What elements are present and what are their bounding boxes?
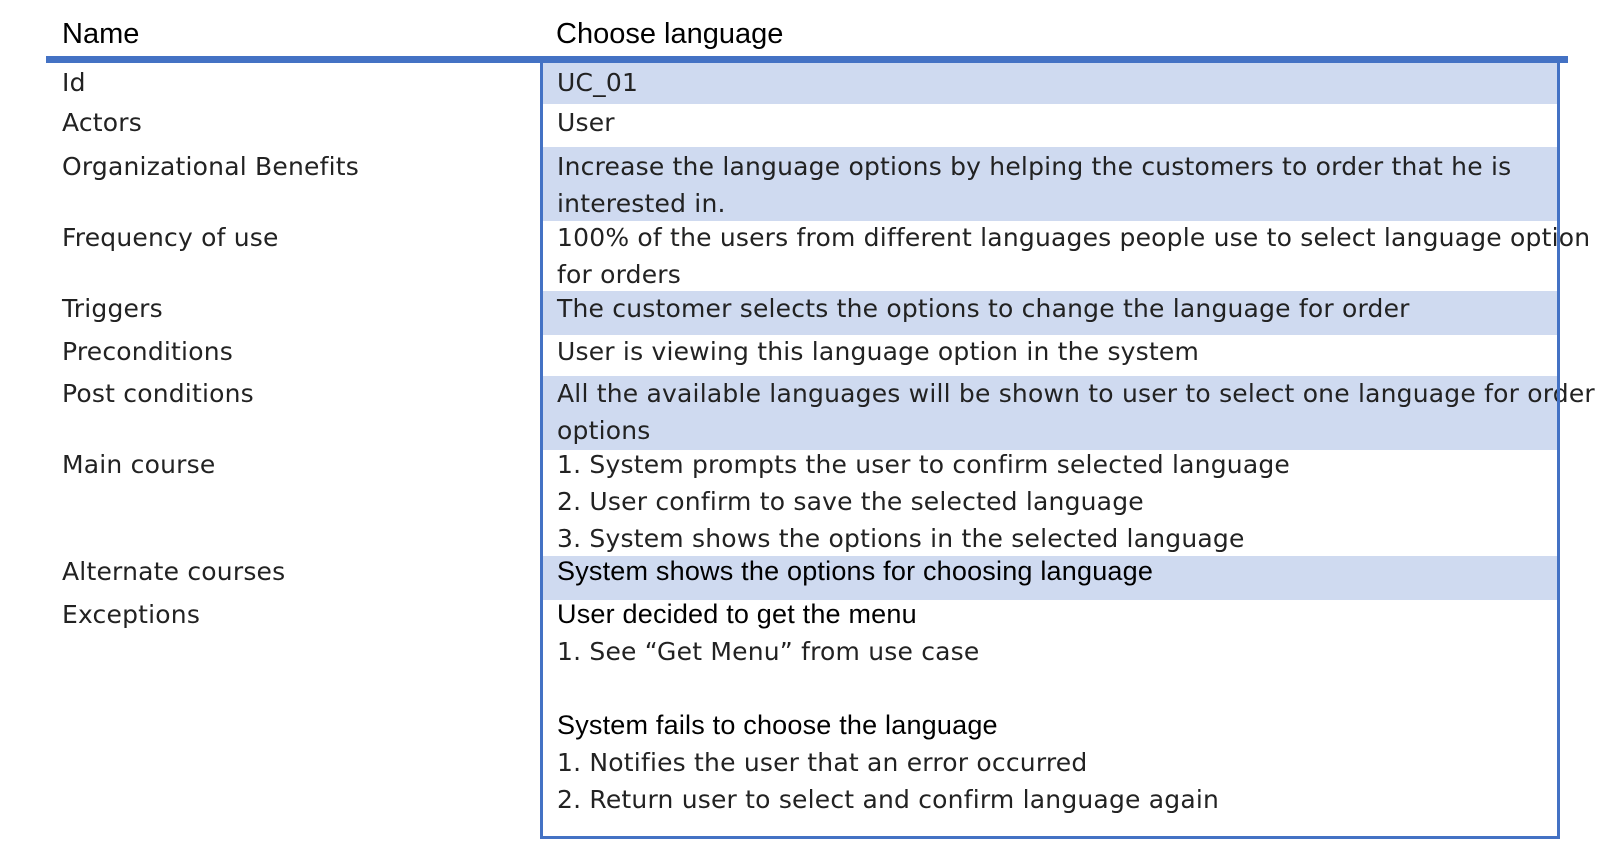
row-label-actors: Actors (62, 108, 143, 137)
row-label-post-conditions: Post conditions (62, 379, 254, 408)
row-label-alternate-courses: Alternate courses (62, 557, 286, 586)
value-line: 1. See “Get Menu” from use case (557, 637, 980, 666)
row-value-main-course: 1. System prompts the user to confirm se… (557, 446, 1290, 557)
row-label-triggers: Triggers (62, 294, 163, 323)
value-line: System shows the options for choosing la… (557, 556, 1154, 586)
row-value-alternate-courses: System shows the options for choosing la… (557, 553, 1153, 590)
row-value-triggers: The customer selects the options to chan… (557, 290, 1410, 327)
value-line: 100% of the users from different languag… (557, 223, 1591, 252)
value-line: Increase the language options by helping… (557, 152, 1512, 181)
exception-heading: User decided to get the menu (557, 599, 917, 629)
value-line: User is viewing this language option in … (557, 337, 1200, 366)
header-name-label: Name (62, 18, 140, 50)
value-line: 1. Notifies the user that an error occur… (557, 748, 1088, 777)
row-value-organizational-benefits: Increase the language options by helping… (557, 148, 1511, 222)
row-value-frequency-of-use: 100% of the users from different languag… (557, 219, 1590, 293)
row-label-id: Id (62, 68, 86, 97)
value-line: interested in. (557, 189, 726, 218)
row-value-post-conditions: All the available languages will be show… (557, 375, 1595, 449)
row-value-actors: User (557, 104, 615, 141)
row-label-organizational-benefits: Organizational Benefits (62, 152, 359, 181)
row-label-exceptions: Exceptions (62, 600, 201, 629)
row-value-exceptions: User decided to get the menu 1. See “Get… (557, 596, 1219, 818)
header-divider (46, 56, 1568, 63)
value-line: All the available languages will be show… (557, 379, 1595, 408)
value-line: options (557, 416, 651, 445)
value-line: for orders (557, 260, 682, 289)
use-case-table: Name Choose language Id UC_01 Actors Use… (0, 0, 1624, 851)
value-line: 2. Return user to select and confirm lan… (557, 785, 1220, 814)
row-band-id (543, 63, 1557, 104)
row-value-preconditions: User is viewing this language option in … (557, 333, 1199, 370)
value-line: 1. System prompts the user to confirm se… (557, 450, 1290, 479)
row-label-main-course: Main course (62, 450, 216, 479)
value-line: User (557, 108, 615, 137)
row-label-frequency-of-use: Frequency of use (62, 223, 279, 252)
value-line: The customer selects the options to chan… (557, 294, 1410, 323)
row-label-preconditions: Preconditions (62, 337, 233, 366)
header-name-value: Choose language (556, 18, 784, 50)
value-line: UC_01 (557, 68, 639, 97)
value-line: 2. User confirm to save the selected lan… (557, 487, 1144, 516)
row-value-id: UC_01 (557, 64, 638, 101)
exception-heading: System fails to choose the language (557, 710, 998, 740)
value-line: 3. System shows the options in the selec… (557, 524, 1245, 553)
